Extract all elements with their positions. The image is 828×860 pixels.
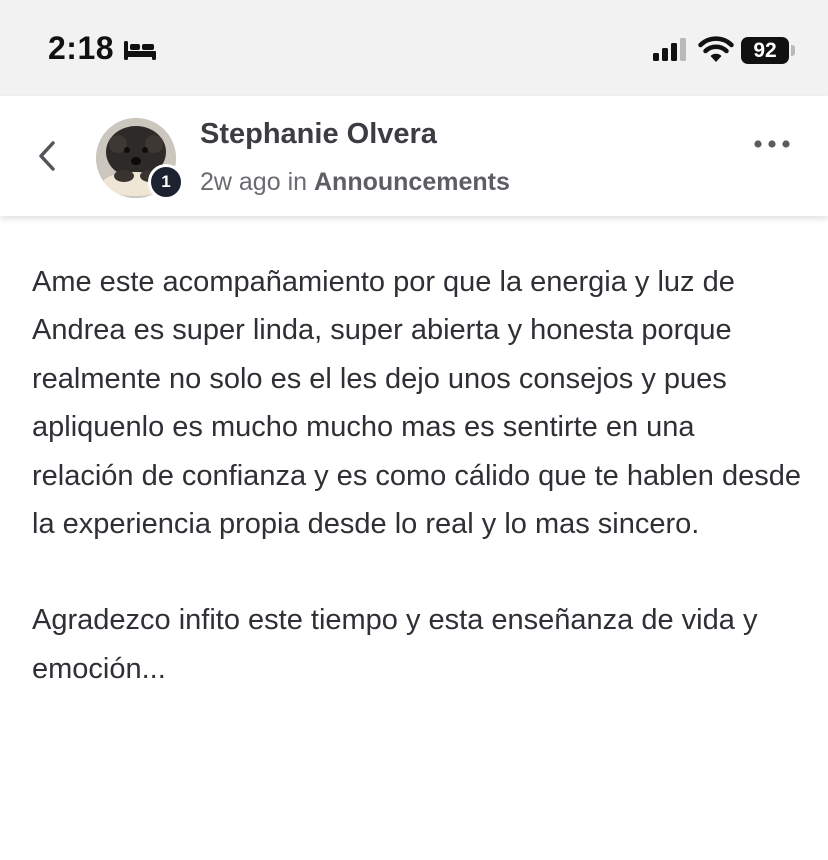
back-chevron-icon[interactable]	[30, 136, 66, 176]
post-time-ago: 2w ago	[200, 168, 281, 196]
post-paragraph: Agradezco infito este tiempo y esta ense…	[32, 604, 758, 685]
post-in-label: in	[287, 168, 308, 196]
more-options-icon[interactable]	[752, 134, 792, 154]
notification-badge: 1	[148, 164, 184, 200]
post-meta: 2w ago in Announcements	[200, 168, 510, 197]
battery-tip	[791, 45, 795, 56]
sleep-bed-icon	[124, 41, 156, 60]
post-paragraph: Ame este acompañamiento por que la energ…	[32, 266, 802, 541]
status-bar: 2:18 92	[0, 0, 828, 96]
battery-level: 92	[753, 39, 777, 62]
post-body: Ame este acompañamiento por que la energ…	[32, 258, 802, 741]
battery-icon: 92	[741, 37, 789, 64]
wifi-icon	[698, 36, 734, 62]
cellular-signal-icon	[653, 38, 686, 61]
author-name[interactable]: Stephanie Olvera	[200, 118, 437, 151]
post-header: 1 Stephanie Olvera 2w ago in Announcemen…	[0, 96, 828, 216]
post-category-link[interactable]: Announcements	[314, 168, 510, 196]
status-time: 2:18	[48, 30, 115, 66]
